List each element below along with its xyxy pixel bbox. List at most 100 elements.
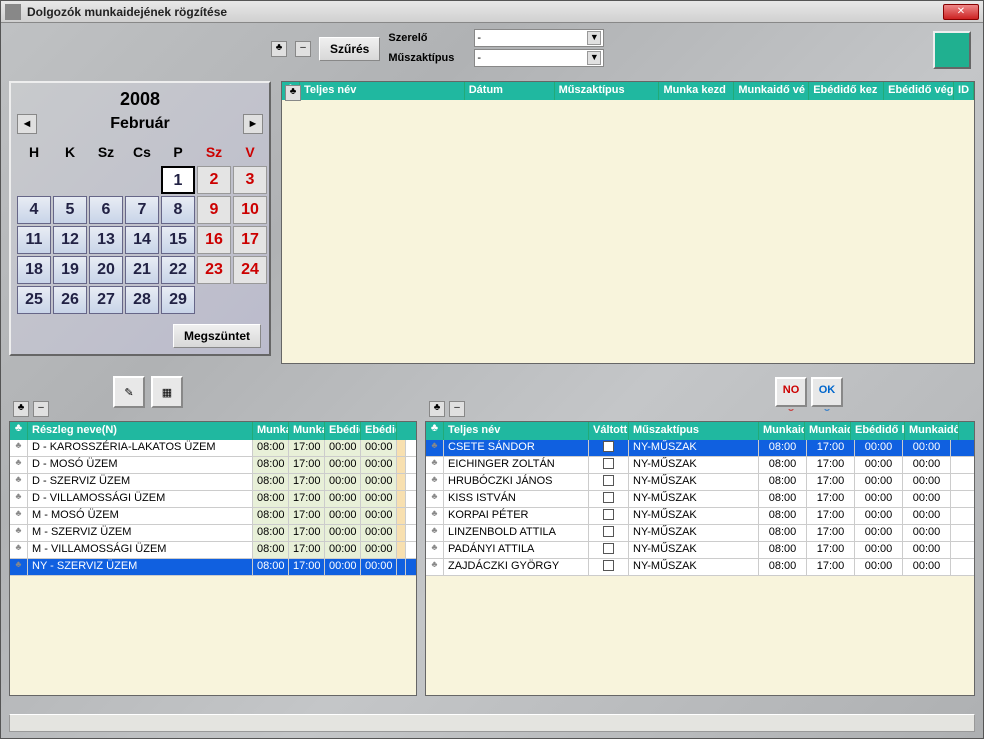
calendar-day[interactable]: 17 xyxy=(233,226,267,254)
table-row[interactable]: ♣EICHINGER ZOLTÁNNY-MŰSZAK08:0017:0000:0… xyxy=(426,457,974,474)
left-grid-collapse-button[interactable]: – xyxy=(33,401,49,417)
checkbox-cell[interactable] xyxy=(589,559,629,575)
top-grid-tree-button[interactable]: ♣ xyxy=(285,85,301,101)
column-header[interactable]: Ebédidő vég xyxy=(884,82,954,100)
filter-button[interactable]: Szűrés xyxy=(319,37,380,61)
checkbox-cell[interactable] xyxy=(589,542,629,558)
tree-icon[interactable]: ♣ xyxy=(10,422,28,440)
calendar-day[interactable]: 13 xyxy=(89,226,123,254)
column-header[interactable]: Dátum xyxy=(465,82,555,100)
checkbox-cell[interactable] xyxy=(589,508,629,524)
calendar-prev-button[interactable]: ◄ xyxy=(17,114,37,134)
calendar-day[interactable]: 22 xyxy=(161,256,195,284)
table-row[interactable]: ♣HRUBÓCZKI JÁNOSNY-MŰSZAK08:0017:0000:00… xyxy=(426,474,974,491)
table-row[interactable]: ♣KORPAI PÉTERNY-MŰSZAK08:0017:0000:0000:… xyxy=(426,508,974,525)
table-row[interactable]: ♣D - SZERVIZ ÜZEM08:0017:0000:0000:00 xyxy=(10,474,416,491)
table-row[interactable]: ♣M - MOSÓ ÜZEM08:0017:0000:0000:00 xyxy=(10,508,416,525)
table-row[interactable]: ♣M - VILLAMOSSÁGI ÜZEM08:0017:0000:0000:… xyxy=(10,542,416,559)
table-row[interactable]: ♣CSETE SÁNDORNY-MŰSZAK08:0017:0000:0000:… xyxy=(426,440,974,457)
tree-icon: ♣ xyxy=(426,457,444,473)
calendar-day[interactable]: 7 xyxy=(125,196,159,224)
name-cell: CSETE SÁNDOR xyxy=(444,440,589,456)
column-header[interactable]: Munkaidő xyxy=(905,422,959,440)
table-row[interactable]: ♣M - SZERVIZ ÜZEM08:0017:0000:0000:00 xyxy=(10,525,416,542)
calendar-icon-button[interactable]: ▦ xyxy=(151,376,183,408)
column-header[interactable]: Teljes név xyxy=(444,422,589,440)
checkbox-cell[interactable] xyxy=(589,457,629,473)
ok-button[interactable]: OK⌣ xyxy=(811,377,843,407)
column-header[interactable]: Ebédid xyxy=(361,422,397,440)
calendar-day[interactable]: 14 xyxy=(125,226,159,254)
column-header[interactable]: Ebédid xyxy=(325,422,361,440)
column-header[interactable]: Munka xyxy=(289,422,325,440)
calendar-day[interactable]: 3 xyxy=(233,166,267,194)
right-grid-expand-button[interactable]: ♣ xyxy=(429,401,445,417)
checkbox-cell[interactable] xyxy=(589,474,629,490)
calendar-day[interactable]: 2 xyxy=(197,166,231,194)
column-header[interactable]: Munka xyxy=(253,422,289,440)
calendar-cancel-button[interactable]: Megszüntet xyxy=(173,324,261,348)
table-row[interactable]: ♣LINZENBOLD ATTILANY-MŰSZAK08:0017:0000:… xyxy=(426,525,974,542)
column-header[interactable]: Váltott xyxy=(589,422,629,440)
column-header[interactable]: Munka kezd xyxy=(659,82,734,100)
table-row[interactable]: ♣KISS ISTVÁNNY-MŰSZAK08:0017:0000:0000:0… xyxy=(426,491,974,508)
checkbox-cell[interactable] xyxy=(589,440,629,456)
calendar-day[interactable]: 19 xyxy=(53,256,87,284)
close-button[interactable]: ✕ xyxy=(943,4,979,20)
calendar-day[interactable]: 5 xyxy=(53,196,87,224)
calendar-day[interactable]: 12 xyxy=(53,226,87,254)
table-row[interactable]: ♣D - VILLAMOSSÁGI ÜZEM08:0017:0000:0000:… xyxy=(10,491,416,508)
name-cell: HRUBÓCZKI JÁNOS xyxy=(444,474,589,490)
calendar-day[interactable]: 21 xyxy=(125,256,159,284)
calendar-day[interactable]: 24 xyxy=(233,256,267,284)
right-grid-collapse-button[interactable]: – xyxy=(449,401,465,417)
schedule-icon-button[interactable]: ✎ xyxy=(113,376,145,408)
calendar-day[interactable]: 23 xyxy=(197,256,231,284)
calendar-day[interactable]: 29 xyxy=(161,286,195,314)
edit-button[interactable] xyxy=(933,31,971,69)
dept-name-cell: D - KAROSSZÉRIA-LAKATOS ÜZEM xyxy=(28,440,253,456)
tree-icon[interactable]: ♣ xyxy=(426,422,444,440)
table-row[interactable]: ♣NY - SZERVIZ ÜZEM08:0017:0000:0000:00 xyxy=(10,559,416,576)
calendar-day[interactable]: 25 xyxy=(17,286,51,314)
calendar-day[interactable]: 28 xyxy=(125,286,159,314)
right-grid: ♣Teljes névVáltottMűszaktípusMunkaidMunk… xyxy=(425,421,975,696)
calendar-next-button[interactable]: ► xyxy=(243,114,263,134)
dropdown-muszaktipus[interactable]: - ▼ xyxy=(474,49,604,67)
calendar-day[interactable]: 6 xyxy=(89,196,123,224)
calendar-day[interactable]: 27 xyxy=(89,286,123,314)
checkbox-cell[interactable] xyxy=(589,525,629,541)
tree-icon: ♣ xyxy=(10,491,28,507)
calendar-day[interactable]: 9 xyxy=(197,196,231,224)
calendar-day[interactable]: 8 xyxy=(161,196,195,224)
calendar-day[interactable]: 16 xyxy=(197,226,231,254)
column-header[interactable]: Teljes név xyxy=(300,82,465,100)
table-row[interactable]: ♣ZAJDÁCZKI GYÖRGYNY-MŰSZAK08:0017:0000:0… xyxy=(426,559,974,576)
column-header[interactable]: Ebédidő kez xyxy=(809,82,884,100)
column-header[interactable]: ID xyxy=(954,82,974,100)
tree-collapse-button[interactable]: – xyxy=(295,41,311,57)
column-header[interactable]: Részleg neve(N) xyxy=(28,422,253,440)
calendar-day[interactable]: 10 xyxy=(233,196,267,224)
column-header[interactable]: Munkaid xyxy=(805,422,851,440)
table-row[interactable]: ♣D - KAROSSZÉRIA-LAKATOS ÜZEM08:0017:000… xyxy=(10,440,416,457)
no-button[interactable]: NO⌣ xyxy=(775,377,807,407)
dropdown-szerelo[interactable]: - ▼ xyxy=(474,29,604,47)
column-header[interactable]: Munkaid xyxy=(759,422,805,440)
column-header[interactable]: Munkaidő vé xyxy=(734,82,809,100)
calendar-day[interactable]: 4 xyxy=(17,196,51,224)
column-header[interactable]: Műszaktípus xyxy=(555,82,660,100)
tree-expand-button[interactable]: ♣ xyxy=(271,41,287,57)
table-row[interactable]: ♣PADÁNYI ATTILANY-MŰSZAK08:0017:0000:000… xyxy=(426,542,974,559)
column-header[interactable]: Ebédidő k xyxy=(851,422,905,440)
calendar-day[interactable]: 18 xyxy=(17,256,51,284)
calendar-day[interactable]: 26 xyxy=(53,286,87,314)
left-grid-expand-button[interactable]: ♣ xyxy=(13,401,29,417)
calendar-day[interactable]: 11 xyxy=(17,226,51,254)
checkbox-cell[interactable] xyxy=(589,491,629,507)
calendar-day[interactable]: 1 xyxy=(161,166,195,194)
column-header[interactable]: Műszaktípus xyxy=(629,422,759,440)
table-row[interactable]: ♣D - MOSÓ ÜZEM08:0017:0000:0000:00 xyxy=(10,457,416,474)
calendar-day[interactable]: 20 xyxy=(89,256,123,284)
calendar-day[interactable]: 15 xyxy=(161,226,195,254)
